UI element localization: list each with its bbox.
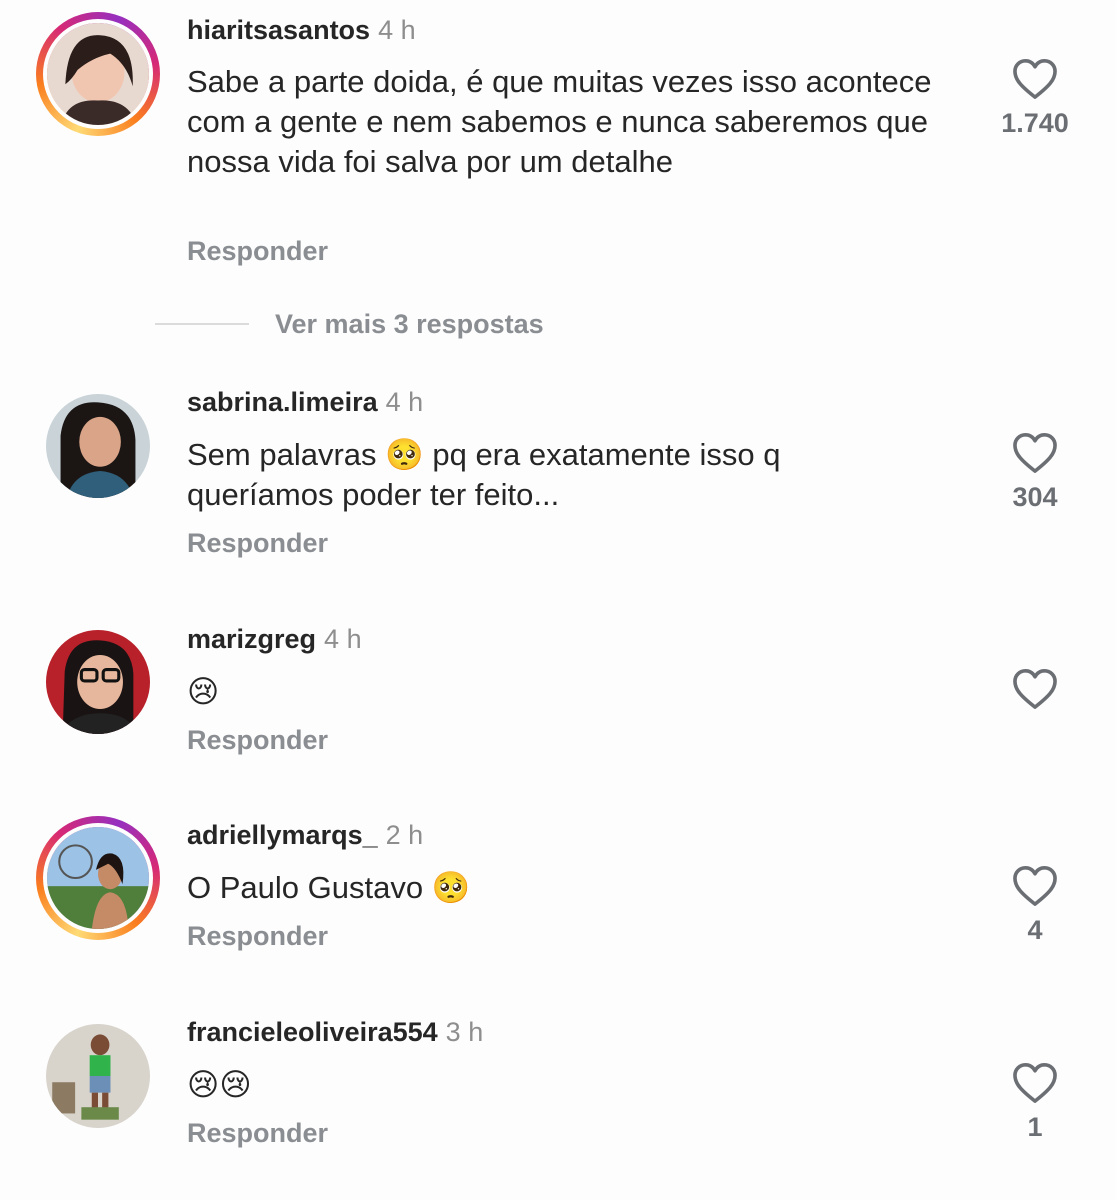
heart-icon[interactable] xyxy=(1012,58,1058,100)
avatar[interactable] xyxy=(36,1014,160,1138)
username[interactable]: sabrina.limeira xyxy=(187,387,378,417)
avatar[interactable] xyxy=(36,816,160,940)
like-count: 1 xyxy=(1027,1112,1043,1142)
reply-button[interactable]: Responder xyxy=(187,725,328,756)
comment-text: 😢😢 xyxy=(187,1067,252,1103)
timestamp: 2 h xyxy=(385,820,424,850)
avatar-image xyxy=(46,394,150,498)
like-control: 1.740 xyxy=(1000,58,1070,139)
avatar-photo xyxy=(46,630,150,734)
avatar-image xyxy=(46,630,150,734)
timestamp: 3 h xyxy=(445,1017,484,1047)
timestamp: 4 h xyxy=(385,387,424,417)
username[interactable]: francieleoliveira554 xyxy=(187,1017,438,1047)
comments-screen: hiaritsasantos 4 h Sabe a parte doida, é … xyxy=(0,0,1116,1200)
reply-button[interactable]: Responder xyxy=(187,528,328,559)
avatar[interactable] xyxy=(36,620,160,744)
like-control xyxy=(1000,668,1070,718)
timestamp: 4 h xyxy=(378,15,416,45)
comment-text: Sabe a parte doida, é que muitas vezes i… xyxy=(187,64,932,179)
comment-text: O Paulo Gustavo 🥺 xyxy=(187,870,471,905)
comment-text: 😢 xyxy=(187,674,220,710)
like-count: 4 xyxy=(1027,915,1043,945)
reply-button[interactable]: Responder xyxy=(187,921,328,952)
like-count: 1.740 xyxy=(1001,108,1069,138)
divider-line xyxy=(155,323,249,325)
avatar-image xyxy=(47,23,149,125)
view-more-replies-label[interactable]: Ver mais 3 respostas xyxy=(275,309,544,340)
username[interactable]: adriellymarqs_ xyxy=(187,820,378,850)
like-control: 1 xyxy=(1000,1062,1070,1143)
heart-icon[interactable] xyxy=(1012,668,1058,710)
heart-icon[interactable] xyxy=(1012,865,1058,907)
username[interactable]: marizgreg xyxy=(187,624,316,654)
like-control: 304 xyxy=(1000,432,1070,513)
comment-header: hiaritsasantos 4 h xyxy=(187,14,416,46)
like-count: 304 xyxy=(1012,482,1058,512)
reply-button[interactable]: Responder xyxy=(187,236,328,267)
like-control: 4 xyxy=(1000,865,1070,946)
comment-header: adriellymarqs_ 2 h xyxy=(187,819,423,851)
username[interactable]: hiaritsasantos xyxy=(187,15,370,45)
heart-icon[interactable] xyxy=(1012,1062,1058,1104)
avatar[interactable] xyxy=(36,12,160,136)
avatar-image xyxy=(46,1024,150,1128)
avatar-photo xyxy=(43,823,153,933)
comment-text: Sem palavras 🥺 pq era exatamente isso q … xyxy=(187,437,781,512)
avatar-photo xyxy=(46,394,150,498)
comment-header: francieleoliveira554 3 h xyxy=(187,1016,483,1048)
view-more-replies[interactable]: Ver mais 3 respostas xyxy=(155,306,544,342)
comment-header: sabrina.limeira 4 h xyxy=(187,386,423,418)
reply-button[interactable]: Responder xyxy=(187,1118,328,1149)
comment-header: marizgreg 4 h xyxy=(187,623,362,655)
avatar-image xyxy=(47,827,149,929)
avatar-photo xyxy=(43,19,153,129)
timestamp: 4 h xyxy=(324,624,362,654)
avatar[interactable] xyxy=(36,384,160,508)
heart-icon[interactable] xyxy=(1012,432,1058,474)
avatar-photo xyxy=(46,1024,150,1128)
